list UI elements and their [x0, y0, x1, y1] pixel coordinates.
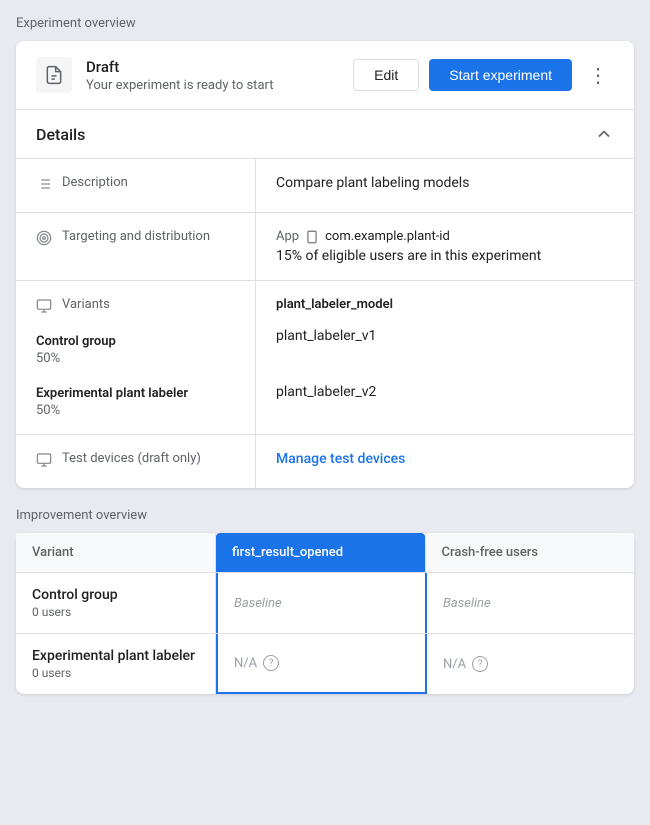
variant-model-1-block: plant_labeler_v1: [276, 328, 614, 344]
table-row-control: Control group 0 users Baseline Baseline: [16, 573, 634, 634]
experimental-group-block: Experimental plant labeler 50%: [36, 386, 235, 418]
description-value: Compare plant labeling models: [256, 159, 634, 212]
targeting-icon: [36, 230, 52, 250]
experiment-card: Draft Your experiment is ready to start …: [16, 41, 634, 488]
col-metric2-header: Crash-free users: [425, 533, 635, 572]
help-icon-2[interactable]: ?: [472, 656, 488, 672]
control-row-users: 0 users: [32, 605, 199, 619]
variants-label-col: Variants Control group 50% Experimental …: [16, 281, 256, 434]
description-label: Description: [16, 159, 256, 212]
experimental-group-pct: 50%: [36, 403, 235, 418]
variants-label-text: Variants: [62, 297, 110, 312]
experimental-group-name: Experimental plant labeler: [36, 386, 235, 401]
variants-row: Variants Control group 50% Experimental …: [16, 281, 634, 435]
document-icon: [36, 57, 72, 93]
draft-subtitle: Your experiment is ready to start: [86, 78, 353, 93]
control-group-block: Control group 50%: [36, 334, 235, 366]
start-experiment-button[interactable]: Start experiment: [429, 59, 572, 91]
draft-status: Draft: [86, 58, 353, 76]
improvement-table-header: Variant first_result_opened Crash-free u…: [16, 533, 634, 573]
col-variant-header: Variant: [16, 533, 216, 572]
col-metric1-header: first_result_opened: [216, 533, 425, 572]
test-devices-value: Manage test devices: [256, 435, 634, 488]
variant-model-2-block: plant_labeler_v2: [276, 384, 614, 400]
variants-value-col: plant_labeler_model plant_labeler_v1 pla…: [256, 281, 634, 434]
help-icon-1[interactable]: ?: [263, 655, 279, 671]
variants-col-header: plant_labeler_model: [276, 297, 614, 312]
edit-button[interactable]: Edit: [353, 59, 419, 91]
control-metric1-cell: Baseline: [216, 573, 427, 633]
control-group-pct: 50%: [36, 351, 235, 366]
description-label-text: Description: [62, 175, 128, 190]
control-variant-cell: Control group 0 users: [16, 573, 216, 633]
control-metric2-cell: Baseline: [427, 573, 634, 633]
test-devices-label: Test devices (draft only): [16, 435, 256, 488]
control-group-name: Control group: [36, 334, 235, 349]
app-label: App: [276, 229, 299, 244]
experimental-metric2-cell: N/A ?: [427, 634, 634, 694]
details-title: Details: [36, 125, 85, 144]
details-section: Details Descr: [16, 110, 634, 488]
draft-header: Draft Your experiment is ready to start …: [16, 41, 634, 110]
app-icon: [305, 230, 319, 244]
description-row: Description Compare plant labeling model…: [16, 159, 634, 213]
targeting-label: Targeting and distribution: [16, 213, 256, 280]
experimental-variant-cell: Experimental plant labeler 0 users: [16, 634, 216, 694]
improvement-card: Variant first_result_opened Crash-free u…: [16, 533, 634, 694]
test-devices-row: Test devices (draft only) Manage test de…: [16, 435, 634, 488]
manage-test-devices-link[interactable]: Manage test devices: [276, 451, 405, 467]
test-devices-icon: [36, 452, 52, 472]
experimental-metric2-value: N/A ?: [443, 656, 488, 672]
test-devices-label-text: Test devices (draft only): [62, 451, 201, 466]
table-row-experimental: Experimental plant labeler 0 users N/A ?…: [16, 634, 634, 694]
variants-icon: [36, 298, 52, 318]
control-metric1-value: Baseline: [234, 596, 282, 611]
app-name: com.example.plant-id: [325, 229, 450, 244]
description-icon: [36, 176, 52, 196]
targeting-value: App com.example.plant-id 15% of eligible…: [256, 213, 634, 280]
targeting-label-text: Targeting and distribution: [62, 229, 210, 244]
control-metric2-value: Baseline: [443, 596, 491, 611]
variant-model-1: plant_labeler_v1: [276, 328, 614, 344]
control-row-name: Control group: [32, 587, 199, 603]
experimental-metric1-value: N/A ?: [234, 655, 279, 671]
draft-text: Draft Your experiment is ready to start: [86, 58, 353, 93]
more-options-button[interactable]: ⋮: [582, 59, 614, 92]
draft-actions: Edit Start experiment ⋮: [353, 59, 614, 92]
section1-title: Experiment overview: [16, 16, 634, 31]
experimental-row-users: 0 users: [32, 666, 199, 680]
experimental-metric1-cell: N/A ?: [216, 634, 427, 694]
section2-title: Improvement overview: [16, 508, 634, 523]
details-header: Details: [16, 110, 634, 159]
collapse-button[interactable]: [594, 124, 614, 144]
variant-model-2: plant_labeler_v2: [276, 384, 614, 400]
distribution-text: 15% of eligible users are in this experi…: [276, 248, 614, 264]
targeting-row: Targeting and distribution App com.examp…: [16, 213, 634, 281]
experimental-row-name: Experimental plant labeler: [32, 648, 199, 664]
